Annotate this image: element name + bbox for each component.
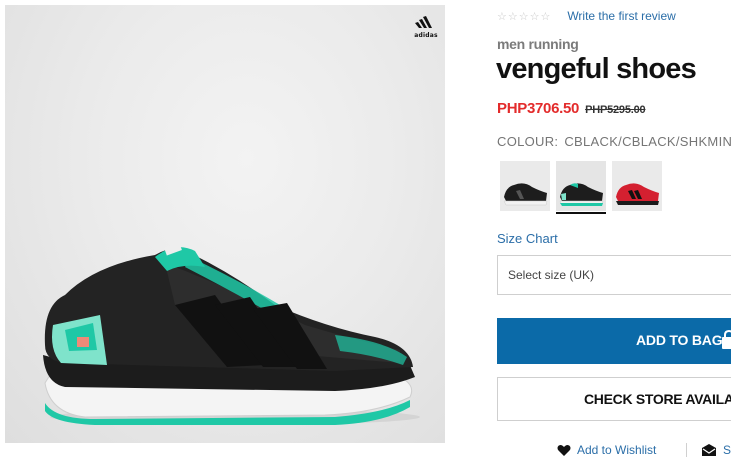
product-title: vengeful shoes <box>496 53 697 85</box>
product-image[interactable]: adidas <box>5 5 445 443</box>
add-to-bag-label: ADD TO BAG <box>636 332 723 348</box>
colour-label: COLOUR: <box>497 134 559 149</box>
action-divider <box>686 443 687 457</box>
sale-price: PHP3706.50 <box>497 100 580 117</box>
add-to-bag-button[interactable]: ADD TO BAG <box>497 318 731 364</box>
rating-stars-icon: ☆☆☆☆☆ <box>497 9 552 23</box>
colour-value: CBLACK/CBLACK/SHKMIN (AQ <box>564 134 731 149</box>
product-category: men running <box>497 36 579 52</box>
swatch-black-mint[interactable] <box>556 161 606 214</box>
envelope-share-icon <box>702 444 716 456</box>
shopping-bag-icon <box>721 329 731 355</box>
size-chart-link[interactable]: Size Chart <box>497 231 558 246</box>
swatch-red-black[interactable] <box>612 161 662 211</box>
shoe-illustration <box>43 242 420 425</box>
check-store-label: CHECK STORE AVAILAB <box>584 391 731 407</box>
swatch-black-white[interactable] <box>500 161 550 211</box>
size-select[interactable]: Select size (UK) <box>497 255 731 295</box>
add-to-wishlist-link[interactable]: Add to Wishlist <box>557 443 656 457</box>
price-row: PHP3706.50 PHP5295.00 <box>497 100 646 117</box>
size-select-placeholder: Select size (UK) <box>508 268 595 282</box>
heart-icon <box>557 444 571 456</box>
share-label: S <box>723 443 731 457</box>
rating-row: ☆☆☆☆☆ Write the first review <box>497 9 676 23</box>
colour-swatches <box>500 161 662 214</box>
wishlist-label: Add to Wishlist <box>577 443 657 457</box>
colour-row: COLOUR: CBLACK/CBLACK/SHKMIN (AQ <box>497 134 731 149</box>
share-link[interactable]: S <box>701 443 731 457</box>
write-review-link[interactable]: Write the first review <box>567 9 675 23</box>
check-store-availability-button[interactable]: CHECK STORE AVAILAB <box>497 377 731 421</box>
original-price: PHP5295.00 <box>585 104 646 116</box>
